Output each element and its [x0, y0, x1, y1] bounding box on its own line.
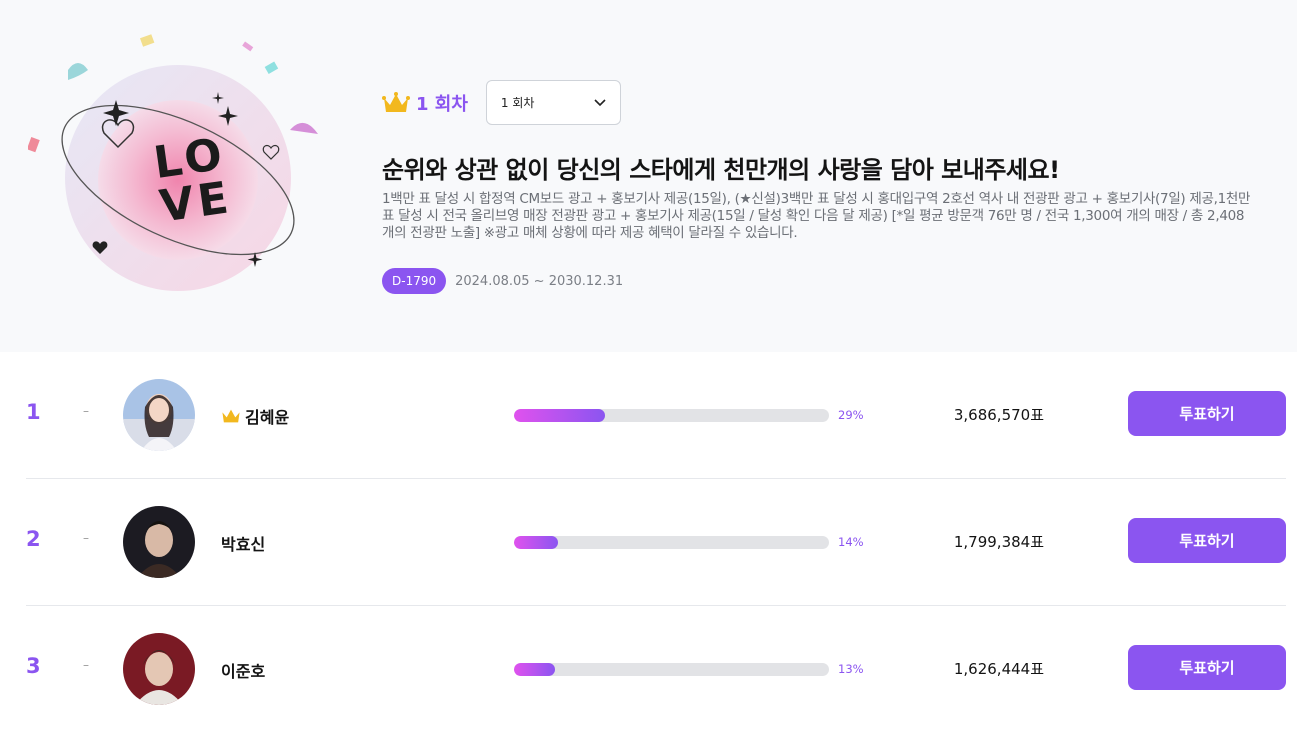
vote-count: 3,686,570표: [953, 406, 1044, 424]
vote-progress-fill: [514, 663, 555, 676]
vote-percent: 29%: [838, 408, 864, 422]
vote-progress-bar: [514, 409, 829, 422]
rank-number: 1: [26, 400, 41, 424]
vote-progress-fill: [514, 409, 606, 422]
vote-percent: 13%: [838, 662, 864, 676]
vote-percent: 14%: [838, 535, 864, 549]
ranking-row: 2 – 박효신 14% 1,799,384표 투표하기: [26, 479, 1286, 606]
vote-button[interactable]: 투표하기: [1128, 645, 1286, 690]
crown-icon: [382, 91, 410, 112]
event-period: 2024.08.05 ~ 2030.12.31: [455, 273, 624, 289]
avatar: [123, 379, 195, 451]
vote-count: 1,626,444표: [953, 660, 1044, 678]
crown-icon: [222, 409, 240, 423]
round-title: 1 회차: [382, 90, 468, 116]
ranking-row: 1 – 김혜윤 29% 3,686,570표 투표하기: [26, 352, 1286, 479]
round-select[interactable]: 1 회차: [485, 80, 621, 125]
rank-number: 3: [26, 654, 41, 678]
event-hero: LOVE 1 회차 1 회차 순위와 상관 없이 당신의 스타에게 천만개의 사…: [0, 0, 1297, 352]
ranking-row: 3 – 이준호 13% 1,626,444표 투표하기: [26, 606, 1286, 733]
vote-button[interactable]: 투표하기: [1128, 518, 1286, 563]
vote-button[interactable]: 투표하기: [1128, 391, 1286, 436]
dday-badge: D-1790: [382, 268, 447, 294]
avatar: [123, 633, 195, 705]
vote-count: 1,799,384표: [953, 533, 1044, 551]
love-art-text: LOVE: [150, 128, 236, 233]
round-label: 1 회차: [416, 93, 468, 115]
vote-progress-fill: [514, 536, 559, 549]
artist-name: 김혜윤: [245, 408, 290, 427]
chevron-down-icon: [594, 98, 606, 106]
avatar: [123, 506, 195, 578]
artist-name: 박효신: [221, 535, 266, 554]
rank-change: –: [83, 531, 89, 545]
event-description: 1백만 표 달성 시 합정역 CM보드 광고 + 홍보기사 제공(15일), (…: [382, 191, 1251, 241]
rank-number: 2: [26, 527, 41, 551]
round-select-value: 1 회차: [500, 96, 535, 110]
rank-change: –: [83, 404, 89, 418]
vote-progress-bar: [514, 536, 829, 549]
event-headline: 순위와 상관 없이 당신의 스타에게 천만개의 사랑을 담아 보내주세요!: [382, 156, 1060, 184]
vote-progress-bar: [514, 663, 829, 676]
artist-name: 이준호: [221, 662, 266, 681]
rank-change: –: [83, 658, 89, 672]
